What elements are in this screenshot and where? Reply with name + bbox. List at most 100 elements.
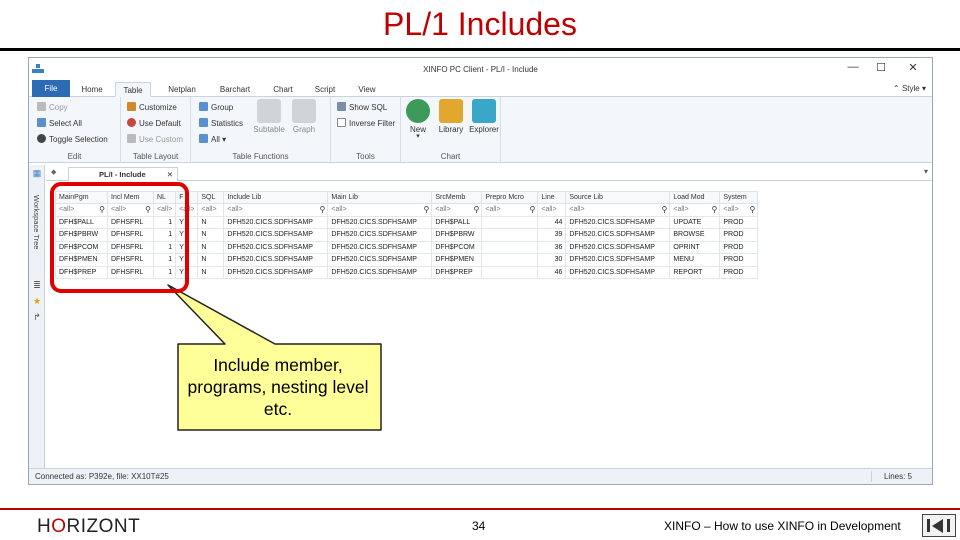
filter-cell-nl[interactable]: <all> xyxy=(152,203,177,217)
column-header-main-lib[interactable]: Main Lib xyxy=(327,191,433,204)
table-row[interactable]: DFH$PALL DFHSFRL 1 Y N DFH520.CICS.SDFHSAMP DF… xyxy=(55,215,759,229)
nav-bar-icon xyxy=(927,519,930,532)
filter-cell-mainpgm[interactable]: <all> ⚲ xyxy=(55,203,108,217)
copy-label: Copy xyxy=(49,103,68,112)
minimize-button[interactable]: — xyxy=(846,61,860,73)
tab-home[interactable]: Home xyxy=(75,82,109,97)
footer-caption: XINFO – How to use XINFO in Development xyxy=(664,519,901,533)
copy-button[interactable]: Copy xyxy=(37,102,68,112)
explorer-button[interactable]: Explorer xyxy=(467,99,501,134)
use-default-button[interactable]: Use Default xyxy=(127,118,181,128)
maximize-button[interactable]: ☐ xyxy=(874,61,888,74)
select-all-button[interactable]: Select All xyxy=(37,118,82,128)
cell-system: PROD xyxy=(719,240,759,254)
app-window: XINFO PC Client - PL/I - Include — ☐ ✕ F… xyxy=(28,57,933,485)
cell-line: 46 xyxy=(537,265,567,279)
graph-button[interactable]: Graph xyxy=(289,99,319,134)
column-header-system[interactable]: System xyxy=(719,191,759,204)
cell-system: PROD xyxy=(719,253,759,267)
column-header-prepro-mcro[interactable]: Prepro Mcro xyxy=(481,191,539,204)
cell-line: 39 xyxy=(537,228,567,242)
cell-mainpgm: DFH$PCOM xyxy=(55,240,108,254)
filter-cell-source-lib[interactable]: <all> ⚲ xyxy=(565,203,671,217)
cell-nl: 1 xyxy=(152,265,177,279)
tab-list-icon[interactable]: ▾ xyxy=(924,167,928,176)
group-button[interactable]: Group xyxy=(199,102,233,112)
graph-label: Graph xyxy=(292,125,316,134)
all-button[interactable]: All ▾ xyxy=(199,134,226,144)
filter-search-icon[interactable]: ⚲ xyxy=(99,205,105,214)
toggle-selection-button[interactable]: Toggle Selection xyxy=(37,134,108,144)
filter-cell-srcmemb[interactable]: <all> ⚲ xyxy=(431,203,483,217)
filter-search-icon[interactable]: ⚲ xyxy=(474,205,480,214)
close-button[interactable]: ✕ xyxy=(906,61,920,74)
filter-placeholder: <all> xyxy=(331,206,347,214)
filter-cell-load-mod[interactable]: <all> ⚲ xyxy=(669,203,721,217)
filter-cell-main-lib[interactable]: <all> ⚲ xyxy=(327,203,433,217)
tab-table[interactable]: Table xyxy=(115,82,151,97)
table-row[interactable]: DFH$PCOM DFHSFRL 1 Y N DFH520.CICS.SDFHSAMP DF… xyxy=(55,240,759,254)
filter-cell-sql[interactable]: <all> xyxy=(197,203,225,217)
filter-cell-system[interactable]: <all> ⚲ xyxy=(719,203,759,217)
tab-file[interactable]: File xyxy=(32,80,70,97)
tab-netplan[interactable]: Netplan xyxy=(161,82,203,97)
filter-search-icon[interactable]: ⚲ xyxy=(145,205,151,214)
workspace-icon[interactable]: ▦ xyxy=(32,169,42,178)
footer-divider xyxy=(0,508,960,510)
workspace-tree-sidebar[interactable]: ▦ Workspace Tree ≣ ★ ↱ xyxy=(29,165,45,468)
column-header-sql[interactable]: SQL xyxy=(197,191,225,204)
column-header-nl[interactable]: NL xyxy=(152,191,177,204)
filter-search-icon[interactable]: ⚲ xyxy=(712,205,718,214)
inverse-filter-button[interactable]: Inverse Filter xyxy=(337,118,395,128)
column-header-incl-mem[interactable]: Incl Mem xyxy=(107,191,154,204)
filter-search-icon[interactable]: ⚲ xyxy=(750,205,756,214)
line-count: Lines: 5 xyxy=(883,472,912,481)
filter-cell-f[interactable]: <all> xyxy=(175,203,199,217)
filter-cell-include-lib[interactable]: <all> ⚲ xyxy=(223,203,329,217)
table-row[interactable]: DFH$PBRW DFHSFRL 1 Y N DFH520.CICS.SDFHSAMP DF… xyxy=(55,228,759,242)
new-chart-button[interactable]: New ▾ xyxy=(404,99,432,140)
column-header-mainpgm[interactable]: MainPgm xyxy=(55,191,108,204)
filter-placeholder: <all> xyxy=(157,206,173,214)
cell-prepro-mcro xyxy=(481,253,539,267)
column-header-source-lib[interactable]: Source Lib xyxy=(565,191,671,204)
cell-incl-mem: DFHSFRL xyxy=(107,253,154,267)
tab-view[interactable]: View xyxy=(351,82,383,97)
filter-search-icon[interactable]: ⚲ xyxy=(424,205,430,214)
table-row[interactable]: DFH$PMEN DFHSFRL 1 Y N DFH520.CICS.SDFHSAMP DF… xyxy=(55,253,759,267)
filter-placeholder: <all> xyxy=(673,206,689,214)
filter-cell-line[interactable]: <all> xyxy=(537,203,567,217)
use-default-label: Use Default xyxy=(139,119,181,128)
tab-barchart[interactable]: Barchart xyxy=(213,82,257,97)
column-header-load-mod[interactable]: Load Mod xyxy=(669,191,721,204)
inverse-filter-label: Inverse Filter xyxy=(349,119,396,128)
use-custom-button[interactable]: Use Custom xyxy=(127,134,183,144)
tab-pli-include[interactable]: PL/I - Include ✕ xyxy=(68,167,178,181)
filter-cell-prepro-mcro[interactable]: <all> ⚲ xyxy=(481,203,539,217)
favorites-star-icon[interactable]: ★ xyxy=(32,297,42,306)
table-row[interactable]: DFH$PREP DFHSFRL 1 Y N DFH520.CICS.SDFHSAMP DF… xyxy=(55,265,759,279)
tab-chart[interactable]: Chart xyxy=(267,82,299,97)
column-header-line[interactable]: Line xyxy=(537,191,567,204)
style-menu[interactable]: ⌃ Style ▾ xyxy=(893,84,926,93)
subtable-button[interactable]: Subtable xyxy=(251,99,287,134)
library-button[interactable]: Library xyxy=(435,99,467,134)
first-slide-button[interactable] xyxy=(922,514,956,537)
filter-search-icon[interactable]: ⚲ xyxy=(530,205,536,214)
show-sql-button[interactable]: Show SQL xyxy=(337,102,387,112)
cell-sql: N xyxy=(197,265,225,279)
close-tab-icon[interactable]: ✕ xyxy=(167,168,173,181)
column-header-srcmemb[interactable]: SrcMemb xyxy=(431,191,483,204)
statistics-button[interactable]: Statistics xyxy=(199,118,243,128)
cell-nl: 1 xyxy=(152,253,177,267)
cell-source-lib: DFH520.CICS.SDFHSAMP xyxy=(565,215,671,229)
tab-script[interactable]: Script xyxy=(309,82,341,97)
filter-search-icon[interactable]: ⚲ xyxy=(662,205,668,214)
list-icon[interactable]: ≣ xyxy=(32,281,42,290)
customize-button[interactable]: Customize xyxy=(127,102,177,112)
filter-search-icon[interactable]: ⚲ xyxy=(320,205,326,214)
column-header-f[interactable]: F xyxy=(175,191,199,204)
filter-cell-incl-mem[interactable]: <all> ⚲ xyxy=(107,203,154,217)
share-arrow-icon[interactable]: ↱ xyxy=(32,313,42,322)
column-header-include-lib[interactable]: Include Lib xyxy=(223,191,329,204)
